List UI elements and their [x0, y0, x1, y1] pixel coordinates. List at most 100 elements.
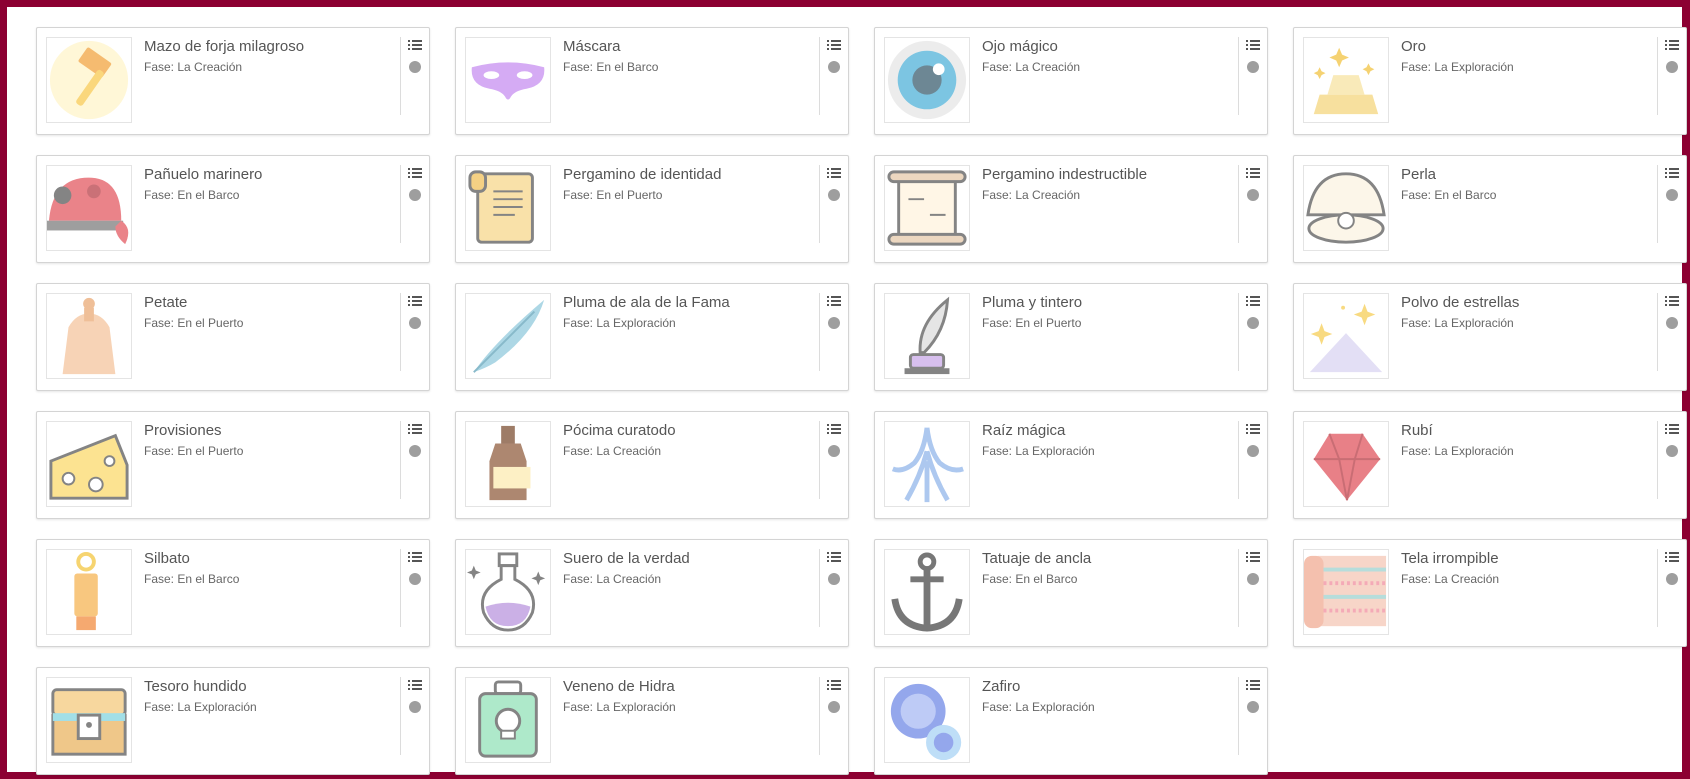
item-name: Pócima curatodo — [563, 422, 676, 439]
potion-icon — [465, 549, 551, 635]
item-card[interactable]: Veneno de Hidra Fase: La Exploración — [455, 667, 849, 775]
card-divider — [819, 677, 820, 755]
status-dot — [409, 701, 421, 713]
item-card[interactable]: Silbato Fase: En el Barco — [36, 539, 430, 647]
whistle-icon — [46, 549, 132, 635]
quill-ink-icon — [884, 293, 970, 379]
item-card[interactable]: Raíz mágica Fase: La Exploración — [874, 411, 1268, 519]
item-name: Ojo mágico — [982, 38, 1058, 55]
item-name: Provisiones — [144, 422, 222, 439]
list-menu-icon[interactable] — [408, 551, 422, 563]
list-menu-icon[interactable] — [827, 39, 841, 51]
item-phase: Fase: La Creación — [1401, 572, 1500, 586]
list-menu-icon[interactable] — [827, 551, 841, 563]
list-menu-icon[interactable] — [827, 423, 841, 435]
item-card[interactable]: Pluma y tintero Fase: En el Puerto — [874, 283, 1268, 391]
list-menu-icon[interactable] — [408, 679, 422, 691]
item-card[interactable]: Pergamino indestructible Fase: La Creació… — [874, 155, 1268, 263]
card-divider — [1238, 165, 1239, 243]
item-phase: Fase: En el Puerto — [982, 316, 1082, 330]
list-menu-icon[interactable] — [408, 167, 422, 179]
item-card[interactable]: Pergamino de identidad Fase: En el Puerto — [455, 155, 849, 263]
card-divider — [1657, 421, 1658, 499]
card-divider — [400, 677, 401, 755]
card-divider — [1657, 293, 1658, 371]
status-dot — [409, 61, 421, 73]
ruby-icon — [1303, 421, 1389, 507]
status-dot — [1666, 189, 1678, 201]
list-menu-icon[interactable] — [1665, 423, 1679, 435]
list-menu-icon[interactable] — [1246, 39, 1260, 51]
mask-icon — [465, 37, 551, 123]
item-phase: Fase: La Creación — [563, 444, 662, 458]
identity-scroll-icon — [465, 165, 551, 251]
list-menu-icon[interactable] — [1665, 167, 1679, 179]
status-dot — [828, 445, 840, 457]
status-dot — [1247, 317, 1259, 329]
item-card[interactable]: Pócima curatodo Fase: La Creación — [455, 411, 849, 519]
list-menu-icon[interactable] — [408, 423, 422, 435]
pearl-icon — [1303, 165, 1389, 251]
card-divider — [400, 421, 401, 499]
list-menu-icon[interactable] — [1246, 295, 1260, 307]
list-menu-icon[interactable] — [1246, 423, 1260, 435]
status-dot — [828, 701, 840, 713]
item-card[interactable]: Ojo mágico Fase: La Creación — [874, 27, 1268, 135]
list-menu-icon[interactable] — [1665, 295, 1679, 307]
card-divider — [1657, 165, 1658, 243]
item-card[interactable]: Tela irrompible Fase: La Creación — [1293, 539, 1687, 647]
list-menu-icon[interactable] — [408, 39, 422, 51]
item-name: Perla — [1401, 166, 1437, 183]
item-card[interactable]: Provisiones Fase: En el Puerto — [36, 411, 430, 519]
item-card[interactable]: Pañuelo marinero Fase: En el Barco — [36, 155, 430, 263]
item-card[interactable]: Tatuaje de ancla Fase: En el Barco — [874, 539, 1268, 647]
list-menu-icon[interactable] — [1665, 551, 1679, 563]
card-divider — [1238, 421, 1239, 499]
list-menu-icon[interactable] — [1246, 551, 1260, 563]
status-dot — [1247, 61, 1259, 73]
item-card[interactable]: Suero de la verdad Fase: La Creación — [455, 539, 849, 647]
item-name: Oro — [1401, 38, 1427, 55]
item-card[interactable]: Oro Fase: La Exploración — [1293, 27, 1687, 135]
item-name: Pergamino indestructible — [982, 166, 1148, 183]
status-dot — [409, 573, 421, 585]
item-card[interactable]: Máscara Fase: En el Barco — [455, 27, 849, 135]
list-menu-icon[interactable] — [827, 167, 841, 179]
status-dot — [409, 189, 421, 201]
item-name: Silbato — [144, 550, 190, 567]
item-card[interactable]: Rubí Fase: La Exploración — [1293, 411, 1687, 519]
item-name: Raíz mágica — [982, 422, 1066, 439]
item-name: Tatuaje de ancla — [982, 550, 1092, 567]
list-menu-icon[interactable] — [827, 295, 841, 307]
list-menu-icon[interactable] — [1665, 39, 1679, 51]
item-name: Máscara — [563, 38, 621, 55]
item-card[interactable]: Tesoro hundido Fase: La Exploración — [36, 667, 430, 775]
list-menu-icon[interactable] — [1246, 679, 1260, 691]
list-menu-icon[interactable] — [408, 295, 422, 307]
item-phase: Fase: La Creación — [982, 60, 1081, 74]
item-card[interactable]: Petate Fase: En el Puerto — [36, 283, 430, 391]
item-card[interactable]: Perla Fase: En el Barco — [1293, 155, 1687, 263]
card-divider — [400, 37, 401, 115]
open-scroll-icon — [884, 165, 970, 251]
status-dot — [1666, 61, 1678, 73]
item-card[interactable]: Polvo de estrellas Fase: La Exploración — [1293, 283, 1687, 391]
item-name: Rubí — [1401, 422, 1433, 439]
gold-bars-icon — [1303, 37, 1389, 123]
status-dot — [1666, 317, 1678, 329]
item-card[interactable]: Zafiro Fase: La Exploración — [874, 667, 1268, 775]
item-card[interactable]: Mazo de forja milagroso Fase: La Creación — [36, 27, 430, 135]
card-divider — [1238, 293, 1239, 371]
item-card[interactable]: Pluma de ala de la Fama Fase: La Explorac… — [455, 283, 849, 391]
list-menu-icon[interactable] — [1246, 167, 1260, 179]
item-name: Suero de la verdad — [563, 550, 690, 567]
status-dot — [409, 317, 421, 329]
list-menu-icon[interactable] — [827, 679, 841, 691]
card-divider — [400, 165, 401, 243]
item-phase: Fase: En el Barco — [144, 572, 240, 586]
status-dot — [828, 317, 840, 329]
card-divider — [1238, 37, 1239, 115]
feather-icon — [465, 293, 551, 379]
status-dot — [1247, 573, 1259, 585]
item-name: Tela irrompible — [1401, 550, 1499, 567]
